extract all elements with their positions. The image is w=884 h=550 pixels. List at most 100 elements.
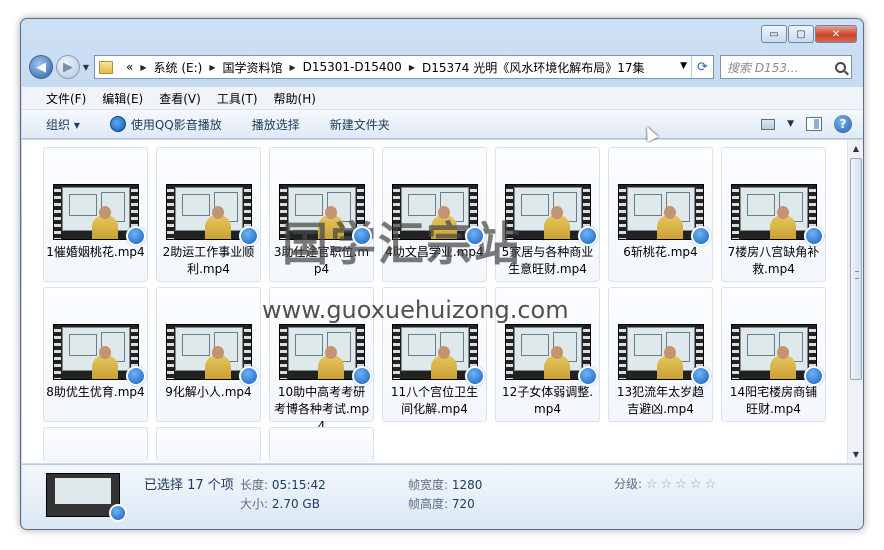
presenter — [205, 346, 231, 379]
play-with-qq-label: 使用QQ影音播放 — [130, 117, 222, 132]
qq-player-icon — [578, 226, 598, 246]
file-item[interactable]: 2助运工作事业顺利.mp4 — [156, 147, 261, 282]
scroll-up-arrow[interactable]: ▲ — [848, 140, 863, 157]
file-item-partial[interactable] — [269, 427, 374, 462]
qq-player-icon — [352, 226, 372, 246]
view-options-dropdown[interactable]: ▼ — [787, 119, 794, 129]
search-input[interactable]: 搜索 D153... — [720, 55, 852, 79]
qq-player-icon — [239, 226, 259, 246]
preview-pane-icon[interactable] — [806, 117, 822, 131]
file-item[interactable]: 13犯流年太岁趋吉避凶.mp4 — [608, 287, 713, 422]
scroll-thumb[interactable] — [850, 158, 862, 380]
qq-player-icon — [126, 366, 146, 386]
breadcrumb-folder-2[interactable]: D15301-D15400 — [298, 60, 407, 74]
presenter — [318, 206, 344, 239]
presenter — [318, 346, 344, 379]
file-item[interactable]: 11八个宫位卫生间化解.mp4 — [382, 287, 487, 422]
breadcrumb-folder-3[interactable]: D15374 光明《风水环境化解布局》17集 — [417, 59, 650, 76]
frame-height-label: 帧高度: — [408, 497, 449, 511]
file-item[interactable]: 1催婚姻桃花.mp4 — [43, 147, 148, 282]
close-button[interactable]: ✕ — [815, 25, 857, 43]
presenter — [544, 346, 570, 379]
scroll-grip — [855, 271, 859, 279]
file-name: 14阳宅楼房商铺旺财.mp4 — [729, 385, 818, 416]
new-folder-button[interactable]: 新建文件夹 — [330, 116, 390, 133]
scroll-down-arrow[interactable]: ▼ — [848, 446, 863, 463]
organize-button[interactable]: 组织 ▾ — [46, 116, 80, 133]
menu-file[interactable]: 文件(F) — [38, 90, 94, 107]
film-strip — [167, 325, 174, 379]
toolbar-right: ▼ ? — [761, 115, 852, 133]
refresh-button[interactable]: ⟳ — [691, 56, 713, 78]
forward-button[interactable]: ▶ — [56, 55, 80, 79]
view-options-icon[interactable] — [761, 118, 776, 130]
recent-pages-dropdown[interactable]: ▼ — [81, 63, 91, 72]
file-item[interactable]: 14阳宅楼房商铺旺财.mp4 — [721, 287, 826, 422]
play-with-qq-button[interactable]: 使用QQ影音播放 — [109, 116, 222, 133]
qq-player-icon — [465, 366, 485, 386]
film-strip — [393, 185, 400, 239]
size-label: 大小: — [240, 497, 269, 511]
search-icon[interactable] — [835, 61, 846, 73]
rating-stars[interactable]: ☆☆☆☆☆ — [646, 477, 719, 492]
file-item[interactable]: 3助仕途官职位.mp4 — [269, 147, 374, 282]
help-icon[interactable]: ? — [834, 115, 852, 133]
qq-player-icon — [352, 366, 372, 386]
menu-edit[interactable]: 编辑(E) — [94, 90, 151, 107]
file-name: 11八个宫位卫生间化解.mp4 — [390, 385, 479, 416]
file-item[interactable]: 5家居与各种商业生意旺财.mp4 — [495, 147, 600, 282]
menu-bar: 文件(F) 编辑(E) 查看(V) 工具(T) 帮助(H) — [22, 87, 863, 109]
menu-view[interactable]: 查看(V) — [151, 90, 209, 107]
file-item[interactable]: 4助文昌学业.mp4 — [382, 147, 487, 282]
breadcrumb-overflow[interactable]: « — [121, 60, 138, 74]
chevron-right-icon[interactable]: ▶ — [138, 63, 148, 72]
command-bar: 组织 ▾ 使用QQ影音播放 播放选择 新建文件夹 ▼ ? — [22, 109, 863, 139]
film-strip — [280, 325, 287, 379]
breadcrumb-folder-1[interactable]: 国学资料馆 — [217, 59, 287, 76]
file-item[interactable]: 8助优生优育.mp4 — [43, 287, 148, 422]
qq-player-icon — [109, 116, 126, 132]
file-item[interactable]: 9化解小人.mp4 — [156, 287, 261, 422]
play-selection-button[interactable]: 播放选择 — [252, 116, 300, 133]
presenter — [431, 206, 457, 239]
file-item-partial[interactable] — [43, 427, 148, 462]
address-bar[interactable]: « ▶ 系统 (E:) ▶ 国学资料馆 ▶ D15301-D15400 ▶ D1… — [94, 55, 714, 79]
length-value: 05:15:42 — [271, 478, 326, 492]
menu-help[interactable]: 帮助(H) — [266, 90, 324, 107]
vertical-scrollbar[interactable]: ▲ ▼ — [847, 140, 863, 463]
film-strip — [506, 325, 513, 379]
qq-player-icon — [109, 504, 127, 522]
maximize-button[interactable]: ▢ — [788, 25, 814, 43]
qq-player-icon — [126, 226, 146, 246]
file-item[interactable]: 7楼房八宫缺角补救.mp4 — [721, 147, 826, 282]
menu-tools[interactable]: 工具(T) — [209, 90, 266, 107]
file-name: 3助仕途官职位.mp4 — [273, 245, 370, 276]
film-strip — [167, 185, 174, 239]
qq-player-icon — [465, 226, 485, 246]
qq-player-icon — [804, 226, 824, 246]
file-name: 13犯流年太岁趋吉避凶.mp4 — [616, 385, 705, 416]
qq-player-icon — [578, 366, 598, 386]
presenter — [657, 206, 683, 239]
chevron-right-icon[interactable]: ▶ — [207, 63, 217, 72]
film-strip — [54, 185, 61, 239]
frame-height-value: 720 — [451, 497, 475, 511]
folder-icon — [99, 60, 113, 74]
file-name: 8助优生优育.mp4 — [46, 385, 145, 399]
chevron-right-icon[interactable]: ▶ — [287, 63, 297, 72]
file-item[interactable]: 12子女体弱调整.mp4 — [495, 287, 600, 422]
file-name: 7楼房八宫缺角补救.mp4 — [727, 245, 820, 276]
file-item-partial[interactable] — [156, 427, 261, 462]
file-name: 9化解小人.mp4 — [165, 385, 252, 399]
file-item[interactable]: 10助中高考考研考博各种考试.mp4 — [269, 287, 374, 433]
file-item[interactable]: 6斩桃花.mp4 — [608, 147, 713, 282]
back-button[interactable]: ◀ — [29, 55, 53, 79]
caption-buttons: ▭ ▢ ✕ — [761, 25, 857, 43]
address-dropdown[interactable]: ▼ — [680, 61, 687, 71]
presenter — [205, 206, 231, 239]
breadcrumb-drive[interactable]: 系统 (E:) — [149, 59, 208, 76]
chevron-right-icon[interactable]: ▶ — [407, 63, 417, 72]
file-name: 1催婚姻桃花.mp4 — [46, 245, 145, 259]
minimize-button[interactable]: ▭ — [761, 25, 787, 43]
file-list-pane: 1催婚姻桃花.mp4 2助运工作事业顺利.mp4 3助仕途官职位.mp4 4助文昌学业… — [22, 140, 863, 463]
